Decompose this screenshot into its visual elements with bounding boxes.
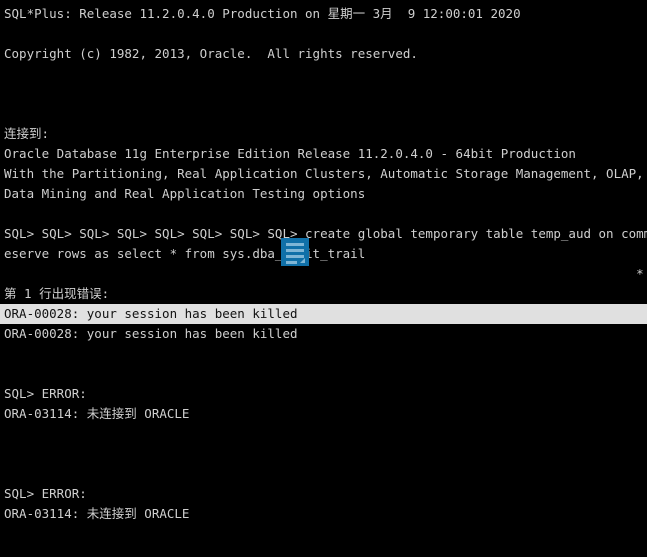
console-line: Copyright (c) 1982, 2013, Oracle. All ri… [4, 46, 418, 61]
console-line: 第 1 行出现错误: [4, 286, 110, 301]
console-line: ORA-03114: 未连接到 ORACLE [4, 506, 190, 521]
console-line: Data Mining and Real Application Testing… [4, 186, 366, 201]
console-line: 连接到: [4, 126, 50, 141]
console-line: With the Partitioning, Real Application … [4, 166, 644, 181]
console-line: * [4, 266, 644, 281]
console-line: ORA-03114: 未连接到 ORACLE [4, 406, 190, 421]
console-line: SQL> ERROR: [4, 386, 87, 401]
console-line: SQL*Plus: Release 11.2.0.4.0 Production … [4, 6, 521, 21]
sqlplus-terminal-window[interactable]: SQL*Plus: Release 11.2.0.4.0 Production … [0, 0, 647, 557]
console-line: SQL> SQL> SQL> SQL> SQL> SQL> SQL> SQL> … [4, 226, 647, 241]
console-line: eserve rows as select * from sys.dba_aud… [4, 246, 366, 261]
console-line-highlighted: ORA-00028: your session has been killed [0, 304, 647, 324]
document-lines-icon[interactable] [281, 238, 309, 266]
console-line: ORA-00028: your session has been killed [4, 326, 298, 341]
doc-icon-bar-short [286, 261, 297, 264]
console-line: Oracle Database 11g Enterprise Edition R… [4, 146, 576, 161]
console-line: SQL> ERROR: [4, 486, 87, 501]
doc-icon-bar [286, 243, 304, 246]
console-output: SQL*Plus: Release 11.2.0.4.0 Production … [0, 0, 647, 557]
doc-icon-corner [300, 258, 305, 263]
doc-icon-bar [286, 249, 304, 252]
